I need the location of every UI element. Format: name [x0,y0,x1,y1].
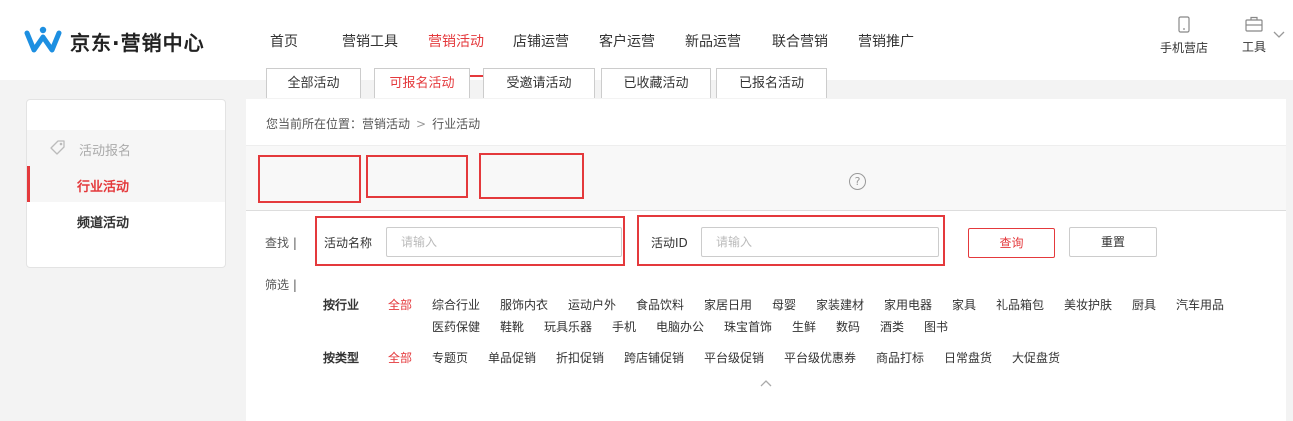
chevron-down-icon[interactable] [1272,30,1286,40]
tools-button[interactable]: 工具 [1242,16,1266,55]
filter-chip[interactable]: 日常盘货 [944,349,992,366]
tabs-bar [246,145,1286,211]
breadcrumb-separator: > [416,117,427,131]
sidebar-item-channel-activities[interactable]: 频道活动 [27,202,225,238]
filter-chip[interactable]: 电脑办公 [656,318,704,335]
filter-chip[interactable]: 全部 [388,349,412,366]
filter-chip[interactable]: 运动户外 [568,296,616,313]
search-row-label: 查找 | [265,236,297,250]
filter-chip[interactable]: 家用电器 [884,296,932,313]
tab-invited-activities[interactable]: 受邀请活动 [483,68,595,98]
sidebar-item-label: 频道活动 [77,216,130,231]
jd-logo[interactable]: 京东·营销中心 [24,24,205,58]
toolbox-icon [1245,16,1263,32]
activity-name-label: 活动名称 [324,236,373,250]
nav-new-product-operations[interactable]: 新品运营 [685,31,741,51]
breadcrumb-current: 行业活动 [432,117,481,131]
activity-id-label: 活动ID [651,236,688,250]
logo-text: 京东·营销中心 [70,30,205,55]
tag-icon [50,140,65,155]
filter-chip[interactable]: 美妆护肤 [1064,296,1112,313]
nav-customer-operations[interactable]: 客户运营 [599,31,655,51]
sidebar-group-activity-signup[interactable]: 活动报名 [27,130,225,166]
filter-chip[interactable]: 平台级优惠券 [784,349,856,366]
tabs-divider [246,210,1286,211]
breadcrumb-prefix: 您当前所在位置： [266,117,363,131]
sidebar-item-industry-activities[interactable]: 行业活动 [27,166,225,202]
filter-by-industry-label: 按行业 [323,298,360,312]
filter-chip[interactable]: 家装建材 [816,296,864,313]
main-panel: 您当前所在位置：营销活动 > 行业活动 [246,99,1286,421]
nav-marketing-promotion[interactable]: 营销推广 [858,31,914,51]
breadcrumb-parent[interactable]: 营销活动 [362,117,410,131]
filter-chip[interactable]: 家居日用 [704,296,752,313]
filter-chip[interactable]: 礼品箱包 [996,296,1044,313]
reset-button[interactable]: 重置 [1069,227,1157,257]
activity-name-input[interactable] [386,227,622,257]
filter-chip[interactable]: 食品饮料 [636,296,684,313]
breadcrumb: 您当前所在位置：营销活动 > 行业活动 [266,115,480,132]
filter-chip[interactable]: 厨具 [1132,296,1156,313]
filter-chip[interactable]: 折扣促销 [556,349,604,366]
tab-registered-activities[interactable]: 已报名活动 [716,68,827,98]
mobile-icon [1178,16,1190,33]
tools-label: 工具 [1242,40,1267,54]
nav-marketing-tools[interactable]: 营销工具 [342,31,398,51]
filter-chip[interactable]: 平台级促销 [704,349,764,366]
filter-chip[interactable]: 商品打标 [876,349,924,366]
filter-chip[interactable]: 手机 [612,318,636,335]
filter-chip[interactable]: 生鲜 [792,318,816,335]
activity-id-input[interactable] [701,227,939,257]
tab-all-activities[interactable]: 全部活动 [266,68,361,98]
filter-chip[interactable]: 医药保健 [432,318,480,335]
filter-chip[interactable]: 数码 [836,318,860,335]
collapse-chevron-icon[interactable] [758,378,774,388]
filter-chip[interactable]: 汽车用品 [1176,296,1224,313]
sidebar-item-label: 行业活动 [77,180,130,195]
filter-chip[interactable]: 母婴 [772,296,796,313]
filter-by-type-label: 按类型 [323,351,360,365]
nav-home[interactable]: 首页 [270,31,298,51]
nav-joint-marketing[interactable]: 联合营销 [772,31,828,51]
filter-chip[interactable]: 全部 [388,296,412,313]
mobile-store-label: 手机营店 [1160,41,1209,55]
filter-chip[interactable]: 家具 [952,296,976,313]
filter-chip[interactable]: 酒类 [880,318,904,335]
filter-chip[interactable]: 综合行业 [432,296,480,313]
filter-chip[interactable]: 单品促销 [488,349,536,366]
nav-marketing-activities[interactable]: 营销活动 [428,31,484,51]
filter-chip[interactable]: 玩具乐器 [544,318,592,335]
sidebar: 活动报名 行业活动 频道活动 [26,99,226,268]
tab-favorited-activities[interactable]: 已收藏活动 [601,68,711,98]
filter-chip[interactable]: 图书 [924,318,948,335]
filter-chip[interactable]: 服饰内衣 [500,296,548,313]
filter-chip[interactable]: 大促盘货 [1012,349,1060,366]
tab-open-for-signup[interactable]: 可报名活动 [374,68,470,98]
help-icon[interactable]: ? [849,173,866,190]
filter-chip[interactable]: 跨店铺促销 [624,349,684,366]
filter-chip[interactable]: 专题页 [432,349,468,366]
filter-row-label: 筛选 | [265,278,297,292]
query-button[interactable]: 查询 [968,228,1055,258]
nav-store-operations[interactable]: 店铺运营 [513,31,569,51]
sidebar-group-label: 活动报名 [79,144,132,159]
filter-chip[interactable]: 珠宝首饰 [724,318,772,335]
filter-chip[interactable]: 鞋靴 [500,318,524,335]
mobile-store-button[interactable]: 手机营店 [1160,16,1208,56]
jd-logo-icon [24,26,62,53]
